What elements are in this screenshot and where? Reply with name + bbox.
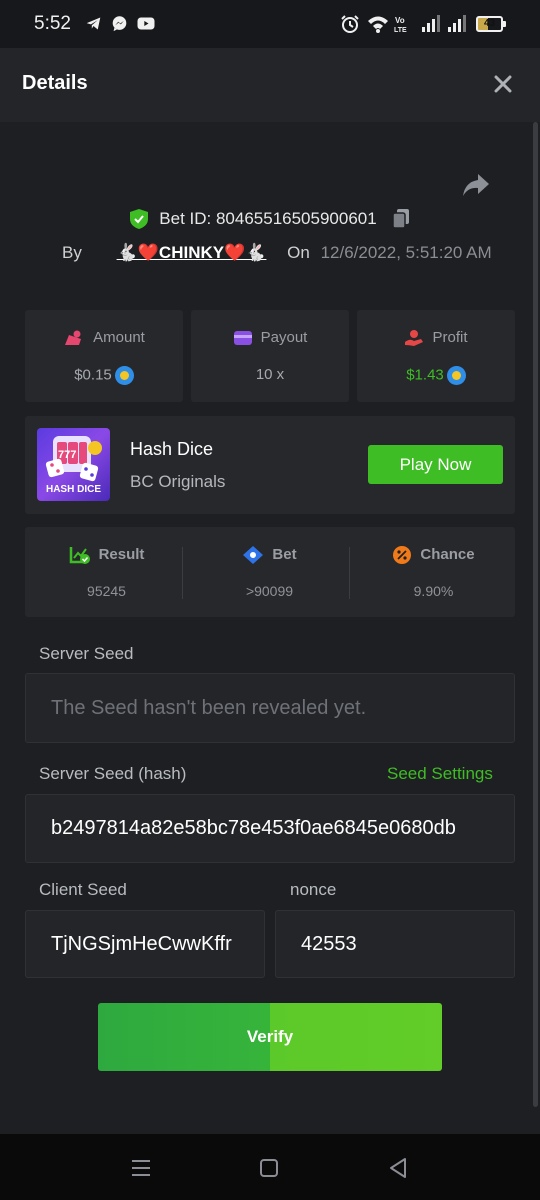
share-icon[interactable] [462,172,490,198]
result-value: 95245 [87,583,126,599]
svg-text:Vo: Vo [395,16,405,25]
signal-icon [422,15,440,32]
result-column: Result 95245 [25,527,188,617]
volte-icon: Vo LTE [394,16,407,34]
client-seed-label: Client Seed [39,880,127,899]
coin-icon [114,366,134,385]
bet-id: Bet ID: 80465516505900601 [159,209,377,228]
game-name: Hash Dice [130,439,214,459]
seed-settings-link[interactable]: Seed Settings [387,764,493,784]
client-seed-value: TjNGSjmHeCwwKffr [51,932,232,955]
nonce-field[interactable]: 42553 [275,910,515,978]
recent-apps-icon[interactable] [130,1158,152,1178]
payout-card: Payout 10 x [191,310,349,402]
profit-value: $1.43 [406,366,444,384]
battery-icon: 43 [476,16,506,32]
profit-label: Profit [432,329,468,346]
telegram-icon [86,17,101,30]
amount-card: Amount $0.15 [25,310,183,402]
username-link[interactable]: 🐇❤️CHINKY❤️🐇 [117,243,267,262]
chance-value: 9.90% [413,583,454,599]
result-panel: Result 95245 Bet >90099 Chance 9.90% [25,527,515,617]
wallet-icon [233,331,252,346]
wifi-icon [368,16,388,33]
game-thumbnail[interactable]: 777 HASH DICE [37,428,110,501]
bet-datetime: 12/6/2022, 5:51:20 AM [320,243,492,262]
server-hash-field[interactable]: b2497814a82e58bc78e453f0ae6845e0680db [25,794,515,863]
divider [349,547,350,599]
bet-meta-row: By 🐇❤️CHINKY❤️🐇 On 12/6/2022, 5:51:20 AM [62,243,492,263]
amount-icon [65,330,82,346]
alarm-icon [341,15,359,33]
profit-card: Profit $1.43 [357,310,515,402]
close-icon[interactable] [491,72,515,96]
svg-text:777: 777 [58,449,76,461]
on-label: On [287,243,310,262]
page-title: Details [22,72,88,94]
verify-button[interactable]: Verify [98,1003,442,1071]
messenger-icon [112,16,127,32]
game-card: 777 HASH DICE Hash Dice BC Originals Pla… [25,416,515,514]
percent-icon [393,546,412,564]
nonce-value: 42553 [301,932,357,955]
amount-label: Amount [93,329,145,346]
by-label: By [62,243,82,262]
youtube-icon [137,17,155,30]
svg-text:LTE: LTE [394,27,407,34]
system-nav-bar [0,1134,540,1200]
verified-shield-icon [129,209,148,229]
battery-level: 43 [483,18,496,29]
bet-label: Bet [272,545,297,563]
server-seed-field[interactable]: The Seed hasn't been revealed yet. [25,673,515,743]
play-now-button[interactable]: Play Now [368,445,503,484]
status-time: 5:52 [34,13,71,34]
status-bar: 5:52 Vo LTE 43 [0,0,540,48]
bet-value: >90099 [245,583,294,599]
details-header: Details [0,48,540,122]
home-icon[interactable] [259,1158,279,1178]
chance-column: Chance 9.90% [352,527,515,617]
details-content [0,122,540,1134]
result-label: Result [98,545,145,563]
signal-icon-2 [448,15,466,32]
server-seed-value: The Seed hasn't been revealed yet. [51,696,367,719]
back-icon[interactable] [388,1157,408,1179]
profit-icon [405,330,424,347]
game-thumb-label: HASH DICE [45,484,101,495]
amount-value: $0.15 [74,366,112,384]
server-hash-value: b2497814a82e58bc78e453f0ae6845e0680db [51,817,456,839]
coin-icon [446,366,466,385]
bet-column: Bet >90099 [188,527,351,617]
result-chart-icon [69,547,90,564]
bet-id-row: Bet ID: 80465516505900601 [0,208,540,236]
payout-value: 10 x [255,366,285,383]
server-seed-label: Server Seed [39,644,134,663]
bet-target-icon [243,546,264,564]
payout-label: Payout [260,329,308,346]
client-seed-field[interactable]: TjNGSjmHeCwwKffr [25,910,265,978]
server-hash-label: Server Seed (hash) [39,764,187,783]
copy-icon[interactable] [391,208,411,230]
nonce-label: nonce [290,880,337,899]
chance-label: Chance [420,545,475,563]
scrollbar[interactable] [533,122,538,1107]
game-provider: BC Originals [130,472,226,491]
divider [182,547,183,599]
